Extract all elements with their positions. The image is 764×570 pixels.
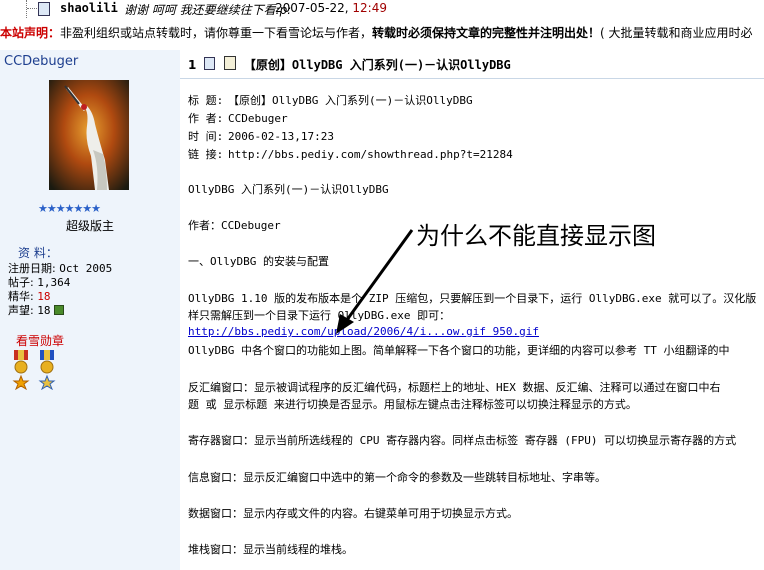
article-author-line: 作者：CCDebuger bbox=[188, 219, 281, 232]
meta-title: 标 题: 【原创】OllyDBG 入门系列(一)－认识OllyDBG bbox=[188, 94, 473, 107]
rank-stars: ★★★★★★★ bbox=[38, 202, 101, 215]
thread-url[interactable]: http://bbs.pediy.com/showthread.php?t=21… bbox=[228, 148, 513, 161]
username-link[interactable]: CCDebuger bbox=[4, 54, 78, 69]
thread-tree-line bbox=[26, 0, 28, 18]
paragraph-line: 堆栈窗口：显示当前线程的堆栈。 bbox=[188, 543, 353, 556]
notice-text: 非盈利组织或站点转载时，请你尊重一下看雪论坛与作者， bbox=[60, 26, 373, 40]
notice-label: 本站声明： bbox=[0, 26, 61, 40]
paragraph-line: 题 或 显示标题 来进行切换是否显示。用鼠标左键点击注释标签可以切换注释显示的方… bbox=[188, 398, 637, 411]
post-floor-number: 1 bbox=[188, 58, 197, 72]
paragraph-line: 反汇编窗口：显示被调试程序的反汇编代码，标题栏上的地址、HEX 数据、反汇编、注… bbox=[188, 381, 721, 394]
user-info-panel: CCDebuger ★★★★★★★ 超级版主 资 料： 注册日期: Oct 20… bbox=[0, 50, 181, 570]
post-header: 1 【原创】OllyDBG 入门系列(一)－认识OllyDBG bbox=[188, 56, 511, 73]
profile-header: 资 料： bbox=[18, 246, 58, 260]
annotation-text: 为什么不能直接显示图 bbox=[416, 222, 656, 250]
notice-emphasis: 转载时必须保持文章的完整性并注明出处！ bbox=[372, 26, 601, 40]
reputation-icon bbox=[53, 305, 64, 315]
reply-author[interactable]: shaolili bbox=[60, 1, 118, 15]
paragraph-line: 数据窗口：显示内存或文件的内容。右键菜单可用于切换显示方式。 bbox=[188, 507, 518, 520]
meta-time: 时 间: 2006-02-13,17:23 bbox=[188, 130, 334, 143]
meta-author: 作 者: CCDebuger bbox=[188, 112, 288, 125]
medals-icon bbox=[12, 350, 56, 390]
notice-text-tail: ( 大批量转载和商业应用时必 bbox=[600, 26, 753, 40]
paragraph-line: OllyDBG 中各个窗口的功能如上图。简单解释一下各个窗口的功能，更详细的内容… bbox=[188, 344, 730, 357]
medals-header: 看雪勋章 bbox=[16, 334, 65, 348]
paragraph-line: 寄存器窗口：显示当前所选线程的 CPU 寄存器内容。同样点击标签 寄存器 (FP… bbox=[188, 434, 737, 447]
post-title: 【原创】OllyDBG 入门系列(一)－认识OllyDBG bbox=[243, 58, 511, 72]
thread-reply-row[interactable]: shaolili 谢谢 呵呵 我还要继续往下看:p: 2007-05-22, 1… bbox=[0, 0, 764, 18]
reply-timestamp: 2007-05-22, 12:49 bbox=[275, 1, 387, 15]
paragraph-line: 信息窗口：显示反汇编窗口中选中的第一个命令的参数及一些跳转目标地址、字串等。 bbox=[188, 471, 606, 484]
annotation-arrow-icon bbox=[336, 229, 414, 334]
document-icon bbox=[203, 57, 215, 70]
post-type-icon bbox=[223, 56, 236, 70]
meta-link: 链 接: http://bbs.pediy.com/showthread.php?… bbox=[188, 148, 513, 161]
document-icon bbox=[38, 2, 50, 16]
post-content: 1 【原创】OllyDBG 入门系列(一)－认识OllyDBG 标 题: 【原创】… bbox=[180, 50, 764, 570]
site-notice: 本站声明：非盈利组织或站点转载时，请你尊重一下看雪论坛与作者，转载时必须保持文章… bbox=[0, 24, 764, 42]
medals-box: 看雪勋章 bbox=[4, 328, 176, 398]
user-rank: 超级版主 bbox=[66, 219, 115, 233]
reply-title-link[interactable]: 谢谢 呵呵 我还要继续往下看:p: bbox=[124, 1, 291, 18]
thread-tree-branch bbox=[27, 8, 37, 9]
reputation: 声望: 18 bbox=[8, 302, 64, 318]
crane-avatar-image bbox=[49, 80, 129, 190]
post-divider bbox=[180, 78, 764, 79]
avatar bbox=[49, 80, 129, 190]
section-heading: 一、OllyDBG 的安装与配置 bbox=[188, 255, 329, 268]
article-title-line: OllyDBG 入门系列(一)－认识OllyDBG bbox=[188, 183, 389, 196]
paragraph-line: OllyDBG 1.10 版的发布版本是个 ZIP 压缩包，只要解压到一个目录下… bbox=[188, 292, 757, 305]
